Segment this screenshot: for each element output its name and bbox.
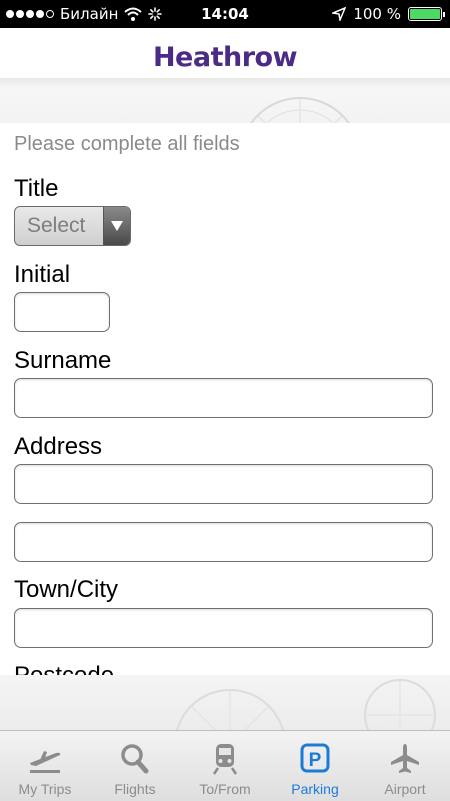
status-bar: Билайн 14:04 100 %: [0, 0, 450, 28]
battery-icon: [408, 7, 445, 21]
heathrow-logo: Heathrow: [152, 42, 298, 73]
plane-departing-icon: [30, 751, 61, 773]
tab-to-from[interactable]: To/From: [180, 731, 270, 801]
tab-label: To/From: [199, 781, 251, 797]
title-label: Title: [14, 175, 59, 202]
initial-field[interactable]: [14, 292, 110, 332]
address-line2-field[interactable]: [14, 522, 433, 562]
title-select[interactable]: Select: [14, 206, 131, 246]
tab-parking[interactable]: P Parking: [270, 731, 360, 801]
tab-airport[interactable]: Airport: [360, 731, 450, 801]
title-select-value: Select: [27, 214, 86, 237]
tab-label: Parking: [291, 781, 339, 797]
train-icon: [212, 744, 238, 775]
airplane-icon: [391, 744, 419, 773]
surname-field[interactable]: [14, 378, 433, 418]
tab-bar: My Trips Flights To/From P Parking Airpo…: [0, 730, 450, 801]
tab-my-trips[interactable]: My Trips: [0, 731, 90, 801]
header-banner-image: [0, 78, 450, 123]
address-line1-field[interactable]: [14, 464, 433, 504]
dropdown-arrow-icon: [103, 207, 130, 245]
form-hint: Please complete all fields: [14, 133, 240, 155]
location-arrow-icon: [332, 7, 347, 21]
parking-icon: P: [300, 743, 330, 773]
battery-percent: 100 %: [353, 5, 401, 23]
tab-flights[interactable]: Flights: [90, 731, 180, 801]
svg-text:P: P: [309, 750, 322, 771]
postcode-label: Postcode: [14, 662, 114, 675]
tab-label: Airport: [384, 781, 426, 797]
initial-label: Initial: [14, 261, 71, 288]
footer-banner-image: [0, 675, 450, 730]
surname-label: Surname: [14, 347, 112, 374]
search-icon: [121, 744, 149, 774]
town-field[interactable]: [14, 608, 433, 648]
app-header: Heathrow: [0, 28, 450, 123]
tab-label: Flights: [114, 781, 156, 797]
address-label: Address: [14, 433, 103, 460]
booking-form: Please complete all fields Title Select …: [0, 123, 450, 675]
tab-label: My Trips: [18, 781, 72, 797]
town-label: Town/City: [14, 576, 119, 603]
